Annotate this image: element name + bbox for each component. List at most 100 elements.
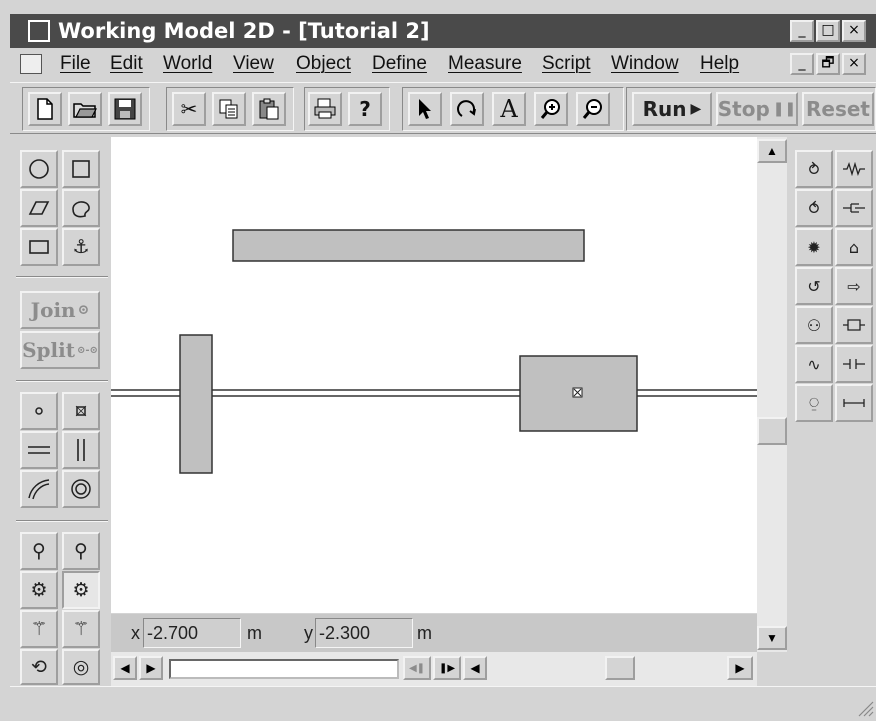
wave-spring-icon[interactable]: ∿ bbox=[795, 345, 833, 383]
simulation-canvas[interactable] bbox=[111, 137, 757, 613]
print-icon[interactable] bbox=[308, 92, 342, 126]
horizontal-scroll-thumb[interactable] bbox=[605, 656, 635, 680]
rigid-joint-tool-icon[interactable]: ⚙ bbox=[62, 571, 100, 609]
save-disk-icon[interactable] bbox=[108, 92, 142, 126]
spring-joint-tool-icon[interactable]: ⚙ bbox=[20, 571, 58, 609]
scroll-down-arrow-icon[interactable]: ▼ bbox=[757, 626, 787, 650]
join-button[interactable]: Join ⊙ bbox=[20, 291, 100, 329]
open-folder-icon[interactable] bbox=[68, 92, 102, 126]
motor-tool-icon[interactable]: ⟲ bbox=[20, 649, 58, 685]
curved-body-tool-icon[interactable] bbox=[62, 189, 100, 227]
menu-file[interactable]: File bbox=[60, 53, 91, 75]
paste-icon[interactable] bbox=[252, 92, 286, 126]
menu-bar: File Edit World View Object Define Measu… bbox=[10, 49, 876, 80]
vertical-scrollbar[interactable]: ▲ ▼ bbox=[757, 137, 787, 652]
separator-icon[interactable] bbox=[835, 345, 873, 383]
right-toolbox: ⥁ ⥀ ✹ ⌂ ↺ ⇨ ⚇ ∿ ⍜ bbox=[789, 136, 876, 686]
text-icon[interactable]: A bbox=[492, 92, 526, 126]
menu-help[interactable]: Help bbox=[700, 53, 739, 75]
pause-icon: ❚❚ bbox=[772, 101, 797, 117]
split-button[interactable]: Split ⊙-⊙ bbox=[20, 331, 100, 369]
menu-define[interactable]: Define bbox=[372, 53, 427, 75]
rotational-damper-icon[interactable]: ⥀ bbox=[795, 189, 833, 227]
rope-icon[interactable]: ⍜ bbox=[795, 384, 833, 422]
join-label: Join bbox=[30, 298, 76, 322]
doc-restore-button[interactable]: 🗗 bbox=[816, 53, 840, 75]
coordinates-bar: x -2.700 m y -2.300 m bbox=[111, 614, 757, 652]
pulley-icon[interactable]: ⌂ bbox=[835, 228, 873, 266]
maximize-button[interactable]: □ bbox=[816, 20, 840, 42]
actuator-tool-icon[interactable]: ◎ bbox=[62, 649, 100, 685]
vertical-slot-tool-icon[interactable] bbox=[62, 431, 100, 469]
rectangle-tool-icon[interactable] bbox=[62, 150, 100, 188]
copy-icon[interactable] bbox=[212, 92, 246, 126]
closed-slot-tool-icon[interactable] bbox=[62, 470, 100, 508]
close-button[interactable]: × bbox=[842, 20, 866, 42]
actuator-icon[interactable] bbox=[835, 306, 873, 344]
doc-close-button[interactable]: × bbox=[842, 53, 866, 75]
step-forward-icon[interactable]: ▶ bbox=[139, 656, 163, 680]
motor-icon[interactable]: ⚇ bbox=[795, 306, 833, 344]
status-bar bbox=[10, 686, 876, 721]
separator bbox=[16, 520, 108, 522]
rod-icon[interactable] bbox=[835, 384, 873, 422]
zoom-out-icon[interactable] bbox=[576, 92, 610, 126]
separator-tool-icon[interactable]: ⚲ bbox=[62, 532, 100, 570]
stop-button[interactable]: Stop ❚❚ bbox=[716, 92, 798, 126]
menu-view[interactable]: View bbox=[233, 53, 274, 75]
pin-joint-tool-icon[interactable]: ⚚ bbox=[20, 610, 58, 648]
torque-icon[interactable]: ↺ bbox=[795, 267, 833, 305]
menu-object[interactable]: Object bbox=[296, 53, 351, 75]
linear-damper-icon[interactable] bbox=[835, 189, 873, 227]
minimize-button[interactable]: _ bbox=[790, 20, 814, 42]
y-coordinate-label: y bbox=[304, 623, 313, 643]
stop-label: Stop bbox=[717, 97, 770, 121]
split-icon: ⊙-⊙ bbox=[76, 344, 98, 356]
anchor-tool-icon[interactable]: ⚓ bbox=[62, 228, 100, 266]
curved-slot-tool-icon[interactable] bbox=[20, 470, 58, 508]
scroll-right-arrow-icon[interactable]: ▶ bbox=[727, 656, 753, 680]
play-icon: ▶ bbox=[690, 101, 702, 117]
circle-tool-icon[interactable] bbox=[20, 150, 58, 188]
menu-script[interactable]: Script bbox=[542, 53, 591, 75]
document-icon[interactable] bbox=[20, 54, 42, 74]
arrow-pointer-icon[interactable] bbox=[408, 92, 442, 126]
scroll-left-arrow-icon[interactable]: ◀ bbox=[463, 656, 487, 680]
polygon-tool-icon[interactable] bbox=[20, 189, 58, 227]
zoom-in-icon[interactable] bbox=[534, 92, 568, 126]
vertical-scroll-thumb[interactable] bbox=[757, 417, 787, 445]
point-tool-icon[interactable] bbox=[20, 392, 58, 430]
menu-window[interactable]: Window bbox=[611, 53, 679, 75]
menu-edit[interactable]: Edit bbox=[110, 53, 143, 75]
rope-tool-icon[interactable]: ⚲ bbox=[20, 532, 58, 570]
fast-forward-icon[interactable]: ❚▶ bbox=[433, 656, 461, 680]
menu-measure[interactable]: Measure bbox=[448, 53, 522, 75]
cut-icon[interactable]: ✂ bbox=[172, 92, 206, 126]
new-file-icon[interactable] bbox=[28, 92, 62, 126]
run-button[interactable]: Run ▶ bbox=[632, 92, 712, 126]
join-icon: ⊙ bbox=[77, 302, 90, 318]
reset-button[interactable]: Reset bbox=[802, 92, 874, 126]
resize-grip-icon[interactable] bbox=[856, 699, 874, 717]
square-point-tool-icon[interactable] bbox=[62, 392, 100, 430]
help-icon[interactable]: ? bbox=[348, 92, 382, 126]
app-logo-icon bbox=[28, 20, 50, 42]
tape-progress-bar[interactable] bbox=[169, 659, 399, 679]
horizontal-slot-tool-icon[interactable] bbox=[20, 431, 58, 469]
rotate-icon[interactable] bbox=[450, 92, 484, 126]
gear-icon[interactable]: ✹ bbox=[795, 228, 833, 266]
step-back-icon[interactable]: ◀ bbox=[113, 656, 137, 680]
y-coordinate-field[interactable]: -2.300 bbox=[315, 618, 413, 648]
square-tool-icon[interactable] bbox=[20, 228, 58, 266]
separator bbox=[16, 380, 108, 382]
slot-joint-tool-icon[interactable]: ⚚ bbox=[62, 610, 100, 648]
linear-spring-icon[interactable] bbox=[835, 150, 873, 188]
scroll-up-arrow-icon[interactable]: ▲ bbox=[757, 139, 787, 163]
force-arrow-icon[interactable]: ⇨ bbox=[835, 267, 873, 305]
menu-world[interactable]: World bbox=[163, 53, 212, 75]
playback-scrollbar: ◀ ▶ ◀❚ ❚▶ ◀ ▶ bbox=[111, 652, 757, 686]
rewind-icon[interactable]: ◀❚ bbox=[403, 656, 431, 680]
x-coordinate-field[interactable]: -2.700 bbox=[143, 618, 241, 648]
doc-minimize-button[interactable]: _ bbox=[790, 53, 814, 75]
rotational-spring-damper-icon[interactable]: ⥁ bbox=[795, 150, 833, 188]
